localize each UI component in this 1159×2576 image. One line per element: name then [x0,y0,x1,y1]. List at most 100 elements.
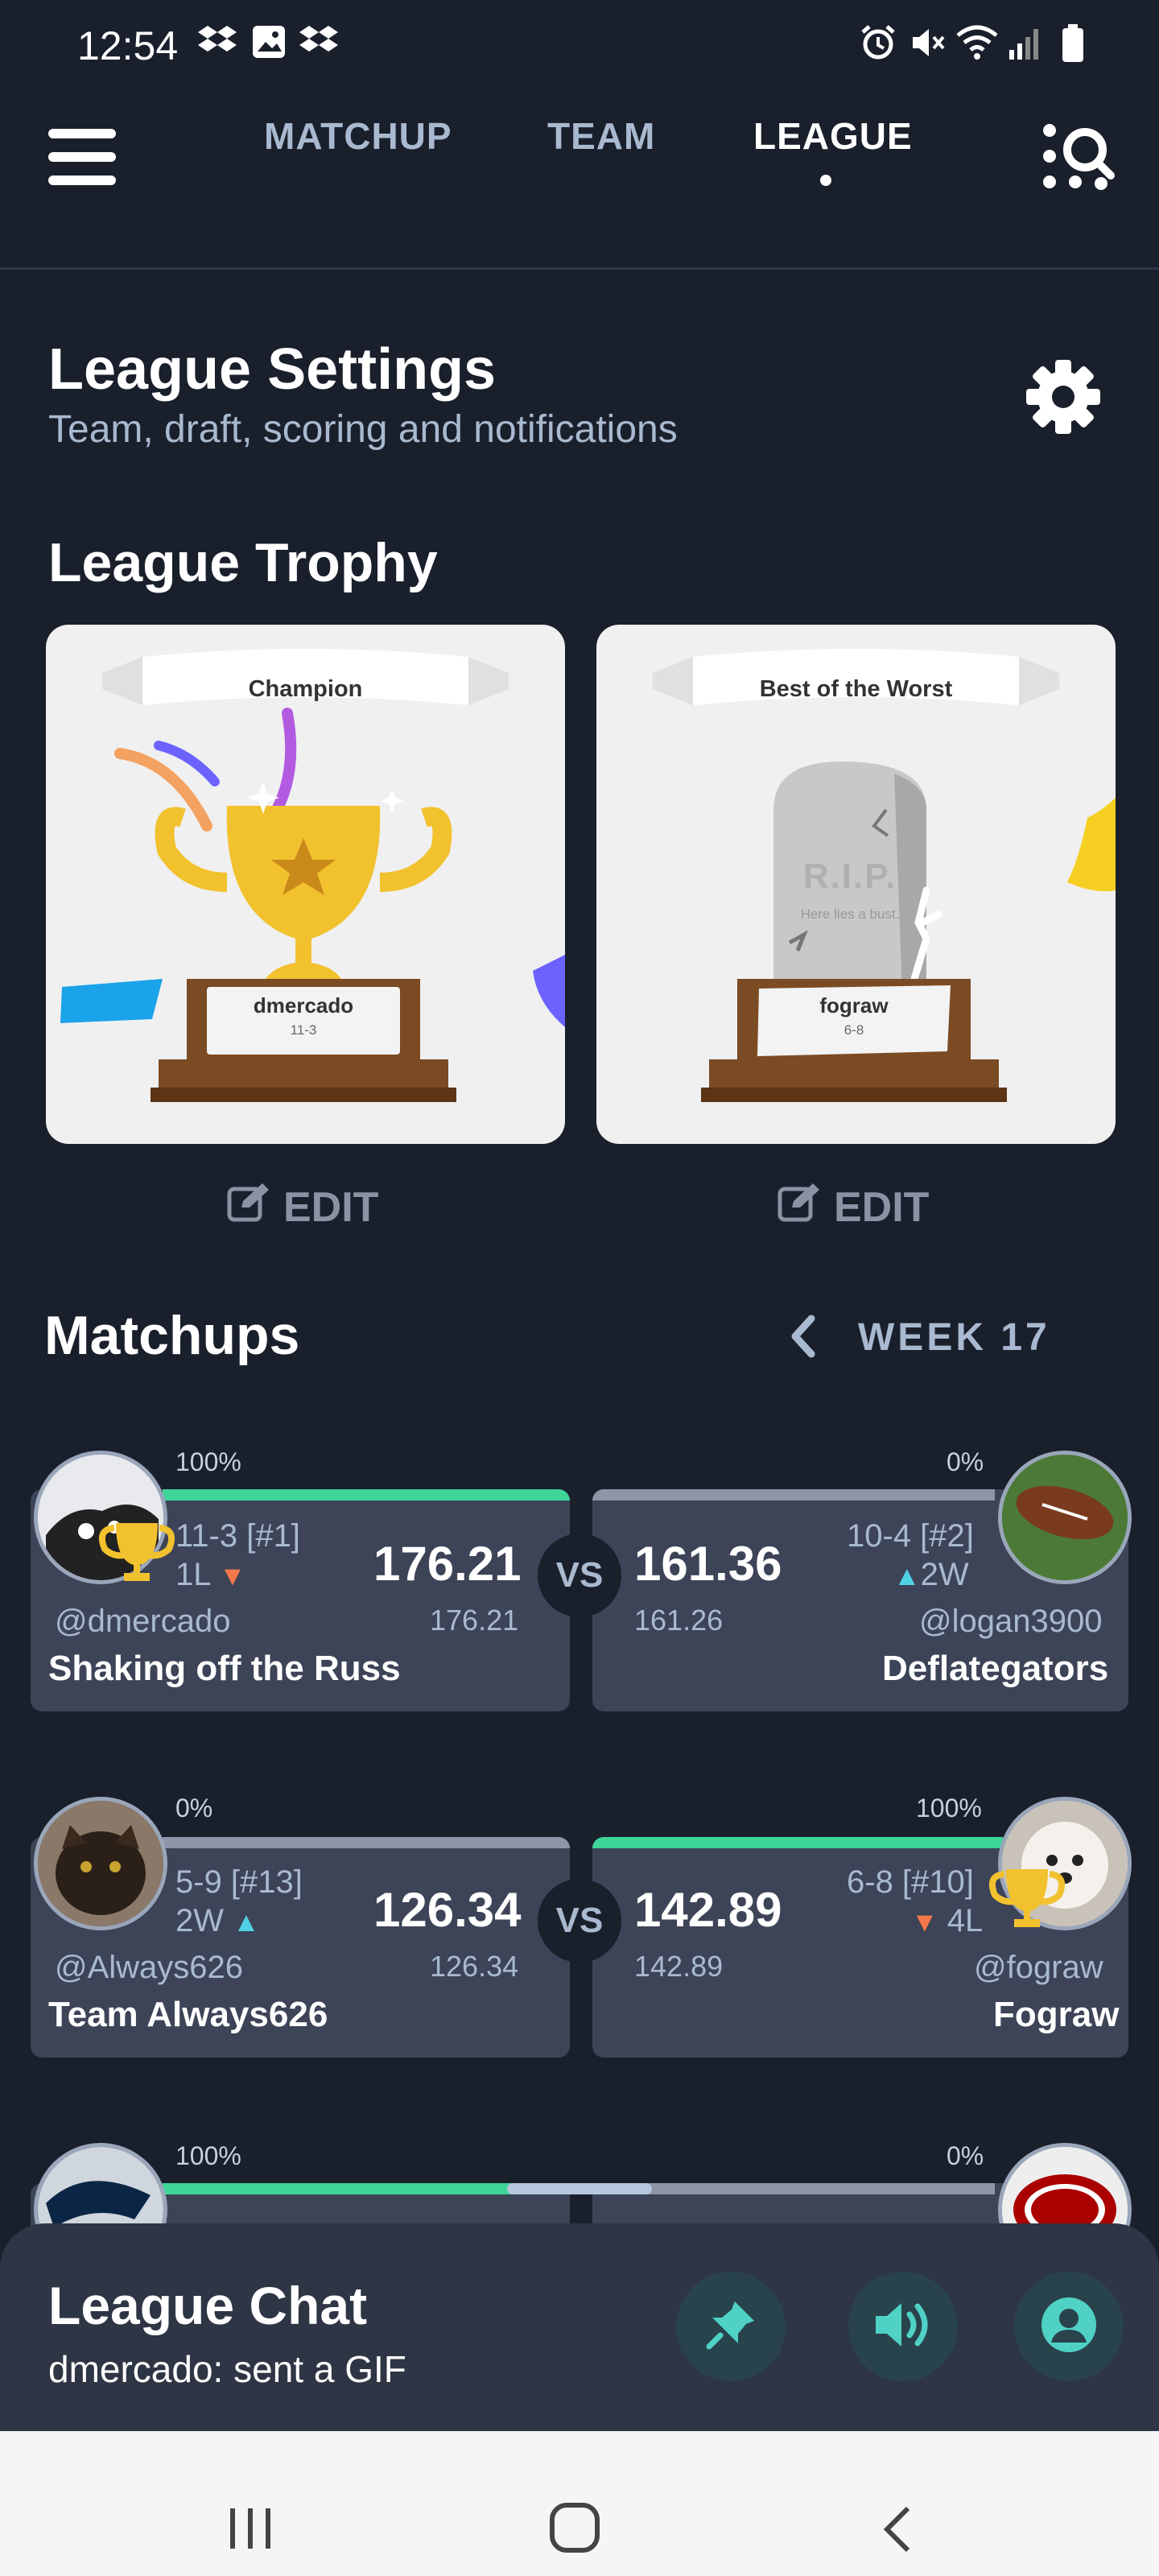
win-prob-fill [592,1837,1003,1848]
win-prob-bar [163,1837,570,1848]
status-time: 12:54 [77,23,179,68]
vs-badge: VS [538,1879,621,1963]
arrow-down-icon: ▼ [911,1907,938,1938]
projected-score: 126.34 [430,1950,519,1983]
win-prob-bar [592,2183,995,2194]
league-chat-panel[interactable]: League Chat dmercado: sent a GIF [0,2223,1159,2431]
league-settings-subtitle: Team, draft, scoring and notifications [48,408,678,451]
pin-button[interactable] [676,2272,786,2381]
team-streak: ▲2W [893,1557,969,1593]
search-players-icon[interactable] [1043,122,1117,194]
trophy-icon [987,1866,1067,1939]
worst-trophy-card[interactable]: Best of the Worst R.I.P. Here lies a bus… [596,625,1116,1144]
user-icon [1038,2294,1099,2359]
projected-score: 161.26 [634,1604,724,1637]
team-score: 161.36 [634,1537,782,1591]
edit-label: EDIT [283,1183,379,1231]
edit-icon [777,1182,823,1232]
league-settings-title: League Settings [48,337,497,402]
win-prob-right: 100% [916,1794,982,1823]
team-record: 6-8 [#10] [847,1864,974,1900]
win-prob-left: 100% [175,1447,241,1476]
projected-score: 176.21 [430,1604,519,1637]
owner-handle: @logan3900 [919,1604,1103,1639]
tab-matchup[interactable]: MATCHUP [264,114,452,158]
tombstone-text: Here lies a bust. [800,906,900,922]
mute-icon [908,24,945,65]
owner-handle: @Always626 [55,1950,244,1985]
team-score: 142.89 [634,1883,782,1937]
team-score: 176.21 [373,1537,522,1591]
win-prob-left: 0% [175,1794,213,1823]
team-name: Deflategators [882,1649,1109,1688]
edit-worst-button[interactable]: EDIT [777,1182,929,1232]
edit-icon [227,1182,272,1232]
worst-banner-text: Best of the Worst [759,676,953,702]
win-prob-right: 0% [947,2141,984,2170]
team-record: 11-3 [#1] [175,1518,300,1554]
back-icon[interactable] [879,2505,914,2557]
home-icon[interactable] [549,2502,600,2557]
wifi-icon [955,24,1000,65]
dropbox-icon [198,24,237,60]
win-prob-right: 0% [947,1447,984,1476]
win-prob-bar [592,1837,1003,1848]
alarm-icon [860,24,897,65]
team-name: Team Always626 [48,1995,328,2034]
win-prob-bar [163,1489,570,1501]
matchups-title: Matchups [44,1305,300,1366]
streak-text: 2W [175,1903,224,1938]
owner-handle: @dmercado [55,1604,231,1639]
signal-icon [1008,24,1045,65]
sound-button[interactable] [848,2272,958,2381]
win-prob-left: 100% [175,2141,241,2170]
team-record: 10-4 [#2] [847,1518,974,1554]
league-chat-title: League Chat [48,2276,368,2335]
win-prob-fill [163,1489,570,1501]
gear-icon[interactable] [1025,359,1101,439]
team-record: 5-9 [#13] [175,1864,303,1900]
team-streak: 2W ▲ [175,1903,260,1939]
team-avatar[interactable] [34,1797,167,1930]
system-nav-bar [0,2431,1159,2576]
arrow-up-icon: ▲ [233,1907,260,1938]
league-trophy-title: League Trophy [48,532,438,593]
active-tab-indicator [820,175,831,186]
team-score: 126.34 [373,1883,522,1937]
battery-icon [1061,24,1085,67]
edit-label: EDIT [834,1183,930,1231]
trophy-icon [97,1520,177,1593]
team-name: Fograw [993,1995,1120,2034]
arrow-down-icon: ▼ [219,1561,246,1591]
header-divider [0,267,1159,270]
arrow-up-icon: ▲ [893,1561,921,1591]
worst-record: 6-8 [843,1022,864,1038]
speaker-icon [872,2297,934,2357]
owner-handle: @fograw [974,1950,1103,1985]
streak-text: 2W [920,1557,969,1592]
team-streak: 1L ▼ [175,1557,246,1593]
worst-name: fograw [819,993,889,1018]
league-settings-link[interactable]: League Settings Team, draft, scoring and… [48,336,678,452]
champion-record: 11-3 [290,1022,317,1038]
dropbox-icon-2 [299,24,338,60]
tab-team[interactable]: TEAM [547,114,655,158]
team-avatar[interactable] [998,1451,1132,1584]
champion-trophy-card[interactable]: Champion dmercado 11-3 [46,625,565,1144]
tab-league[interactable]: LEAGUE [753,114,913,158]
edit-champion-button[interactable]: EDIT [227,1182,378,1232]
menu-icon[interactable] [48,129,116,189]
chevron-left-icon[interactable] [789,1314,818,1363]
recent-apps-icon[interactable] [227,2505,274,2556]
profile-button[interactable] [1014,2272,1124,2381]
champion-banner-text: Champion [248,676,363,702]
win-prob-bar [592,1489,995,1501]
streak-text: 4L [947,1903,984,1938]
vs-badge: VS [538,1534,621,1617]
week-label[interactable]: WEEK 17 [858,1315,1050,1360]
streak-text: 1L [175,1557,211,1592]
gallery-icon [251,24,287,64]
team-name: Shaking off the Russ [48,1649,401,1688]
champion-name: dmercado [253,993,354,1018]
last-chat-message: dmercado: sent a GIF [48,2348,406,2390]
